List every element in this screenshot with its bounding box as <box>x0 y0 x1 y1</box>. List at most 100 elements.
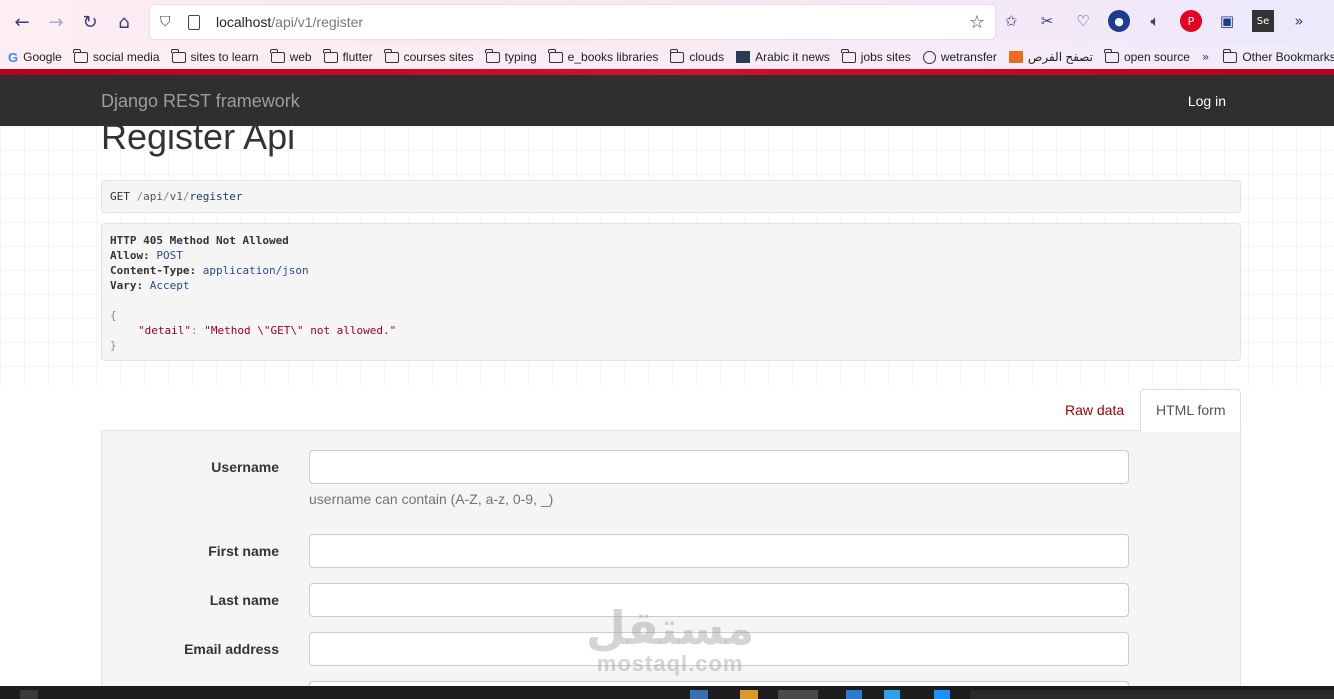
bookmark-open-source[interactable]: open source <box>1104 48 1190 64</box>
allow-value: POST <box>156 249 183 262</box>
bookmark-label: flutter <box>342 50 373 64</box>
folder-icon <box>669 48 685 63</box>
watermark-latin: mostaql.com <box>596 651 744 676</box>
bookmark-courses-sites[interactable]: courses sites <box>384 48 474 64</box>
json-detail-value: "Method \"GET\" not allowed." <box>204 324 397 337</box>
folder-icon <box>841 48 856 63</box>
tab-html-form[interactable]: HTML form <box>1140 389 1241 432</box>
bookmark-wetransfer[interactable]: wetransfer <box>922 50 997 64</box>
bookmark-label: e_books libraries <box>567 50 659 64</box>
speaker-icon[interactable]: 🔈︎ <box>1144 10 1166 32</box>
breadcrumb-v1[interactable]: v1 <box>170 190 183 203</box>
star-extension-icon[interactable]: ✩ <box>1000 10 1022 32</box>
first-name-label: First name <box>208 543 279 559</box>
response-status: HTTP 405 Method Not Allowed <box>110 234 289 247</box>
bookmark-label: typing <box>504 50 537 64</box>
shield-icon[interactable]: ⛉ <box>160 14 178 30</box>
forward-arrow-icon[interactable]: → <box>42 9 70 37</box>
taskbar-store-icon[interactable] <box>934 690 950 699</box>
taskbar-folder-icon[interactable] <box>740 690 758 699</box>
bookmark-star-icon[interactable]: ☆ <box>969 12 985 33</box>
taskbar-start-icon[interactable] <box>20 690 38 699</box>
selenium-icon[interactable]: Se <box>1252 10 1274 32</box>
page-info-icon[interactable] <box>188 14 200 30</box>
overflow-chevron-icon[interactable]: » <box>1288 10 1310 32</box>
bookmark-label: Arabic it news <box>755 50 830 64</box>
bookmark-arabic-opportunities[interactable]: تصفح الفرص <box>1008 50 1093 64</box>
page-title: Register Api <box>101 116 296 157</box>
first-name-input[interactable] <box>309 534 1129 568</box>
vary-key: Vary: <box>110 279 144 292</box>
taskbar-edge-icon[interactable] <box>884 690 900 699</box>
browser-toolbar: ← → ↻ ⌂ ⛉ localhost/api/v1/register ☆ ✩ … <box>0 0 1334 45</box>
url-path: /api/v1/register <box>271 14 364 30</box>
bookmark-label: social media <box>92 50 160 64</box>
content-type-value: application/json <box>202 264 309 277</box>
google-icon: G <box>8 49 19 65</box>
request-method: GET <box>110 190 130 203</box>
globe-extension-icon[interactable]: ● <box>1108 10 1130 32</box>
address-bar[interactable]: ⛉ localhost/api/v1/register ☆ <box>150 5 995 39</box>
folder-icon <box>1104 48 1119 63</box>
taskbar-active-app-icon[interactable] <box>778 690 818 699</box>
bookmark-sites-to-learn[interactable]: sites to learn <box>171 48 259 64</box>
last-name-label: Last name <box>209 592 279 608</box>
folder-icon <box>270 48 285 63</box>
pinterest-icon[interactable]: P <box>1180 10 1202 32</box>
os-taskbar <box>0 686 1334 699</box>
screenshot-icon[interactable]: ✂ <box>1036 10 1058 32</box>
taskbar-app-icon[interactable] <box>690 690 708 699</box>
bookmark-label: courses sites <box>403 50 474 64</box>
json-close-brace: } <box>110 339 117 352</box>
bookmark-e-books[interactable]: e_books libraries <box>548 48 659 64</box>
site-icon <box>1008 51 1023 63</box>
bookmark-flutter[interactable]: flutter <box>323 48 373 64</box>
request-info: GET /api/v1/register <box>101 180 1241 213</box>
allow-key: Allow: <box>110 249 150 262</box>
folder-icon <box>171 48 186 63</box>
bookmark-web[interactable]: web <box>270 48 312 64</box>
breadcrumb-api[interactable]: api <box>143 190 163 203</box>
username-input[interactable] <box>309 450 1129 484</box>
reload-icon[interactable]: ↻ <box>76 9 104 37</box>
breadcrumb-register[interactable]: register <box>190 190 243 203</box>
login-link[interactable]: Log in <box>1188 93 1226 109</box>
tab-raw-data[interactable]: Raw data <box>1051 390 1138 431</box>
bookmark-typing[interactable]: typing <box>485 48 537 64</box>
bookmark-label: web <box>289 50 312 64</box>
bookmarks-overflow-icon[interactable]: » <box>1202 50 1209 64</box>
bookmark-google[interactable]: G Google <box>8 50 62 65</box>
bookmark-label: wetransfer <box>940 50 997 64</box>
bookmark-other[interactable]: Other Bookmarks <box>1222 48 1334 64</box>
json-open-brace: { <box>110 309 117 322</box>
vary-value: Accept <box>149 279 190 292</box>
bookmark-label: sites to learn <box>190 50 259 64</box>
home-icon[interactable]: ⌂ <box>110 9 138 37</box>
url-text[interactable]: localhost/api/v1/register <box>216 14 363 30</box>
email-label: Email address <box>184 641 279 657</box>
grid-extension-icon[interactable]: ▣ <box>1216 10 1238 32</box>
back-arrow-icon[interactable]: ← <box>8 9 36 37</box>
bookmark-label: Other Bookmarks <box>1242 50 1334 64</box>
watermark-arabic: مستقل <box>586 601 755 655</box>
bookmark-clouds[interactable]: clouds <box>669 48 724 64</box>
bookmark-arabic-it-news[interactable]: Arabic it news <box>736 50 830 64</box>
pocket-icon[interactable]: ♡ <box>1072 10 1094 32</box>
folder-icon <box>485 48 500 63</box>
navbar-brand[interactable]: Django REST framework <box>101 91 300 112</box>
taskbar-vscode-icon[interactable] <box>846 690 862 699</box>
username-help-text: username can contain (A-Z, a-z, 0-9, _) <box>309 491 554 507</box>
json-detail-key: "detail" <box>138 324 191 337</box>
folder-icon <box>1222 48 1238 63</box>
bookmark-jobs-sites[interactable]: jobs sites <box>841 48 911 64</box>
bookmarks-bar: G Google social media sites to learn web … <box>0 45 1334 69</box>
watermark-logo: مستقل mostaql.com <box>586 605 754 677</box>
globe-icon <box>922 50 936 64</box>
folder-icon <box>384 48 399 63</box>
bookmark-label: Google <box>23 50 62 64</box>
url-host: localhost <box>216 14 272 30</box>
bookmark-social-media[interactable]: social media <box>73 48 160 64</box>
folder-icon <box>548 48 563 63</box>
username-label: Username <box>211 459 279 475</box>
bookmark-label: jobs sites <box>860 50 911 64</box>
